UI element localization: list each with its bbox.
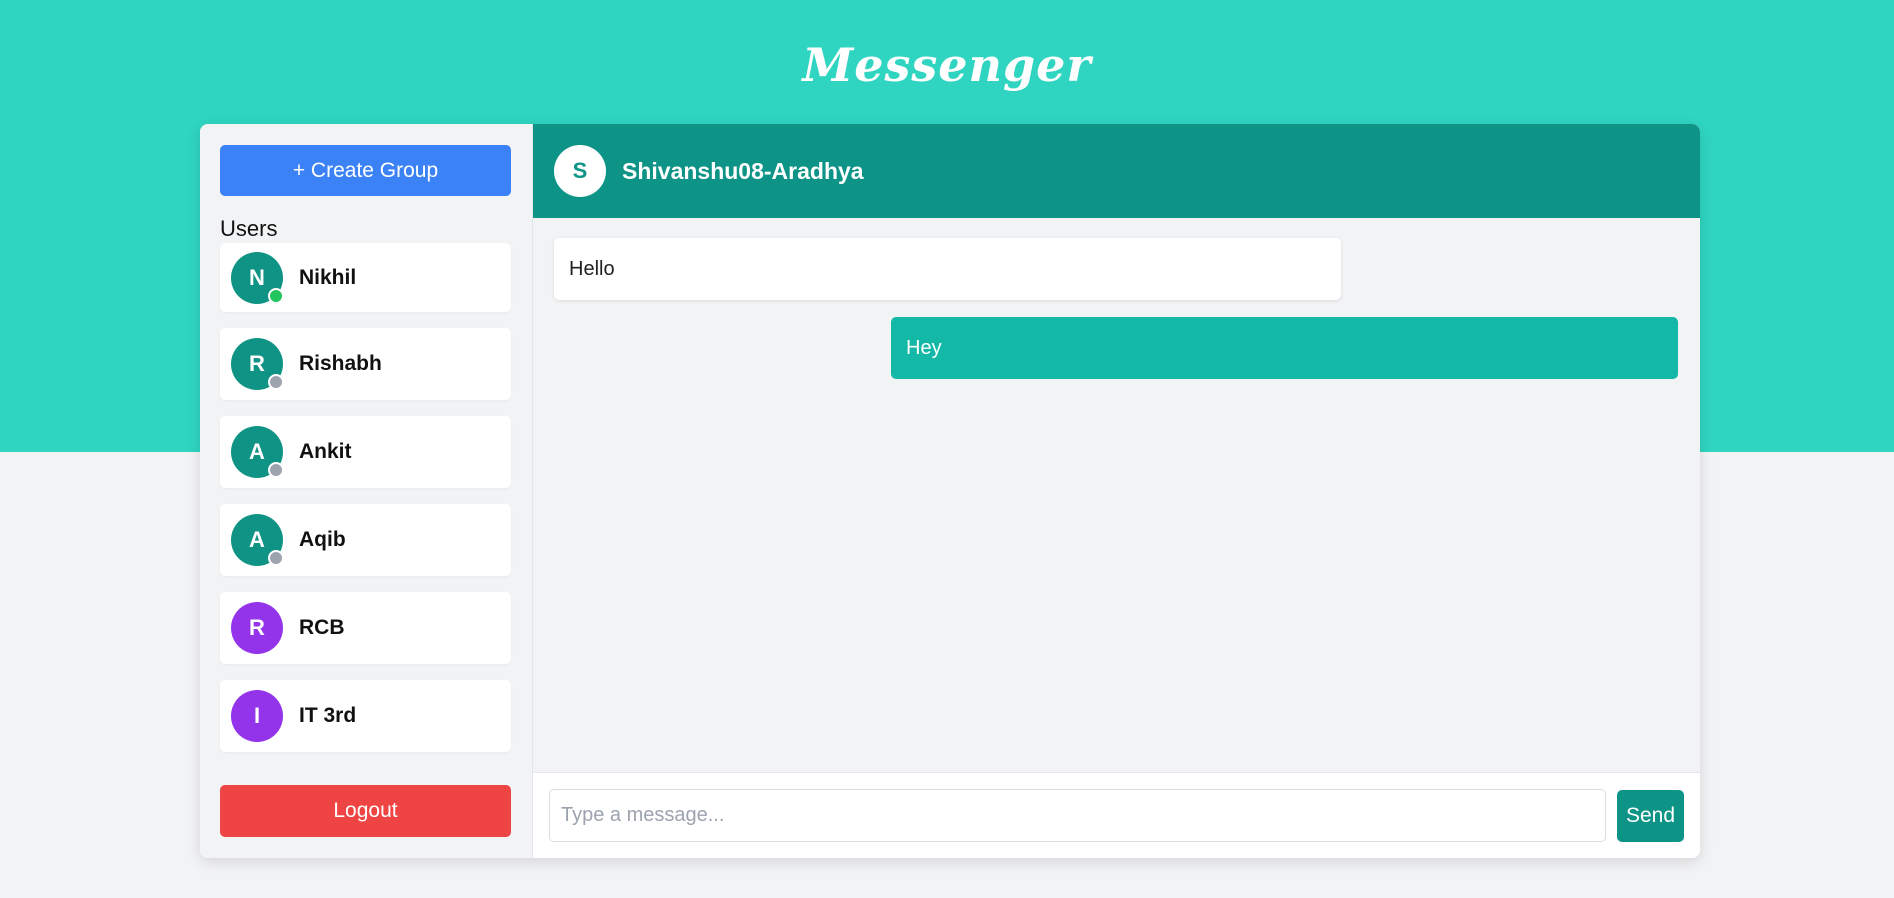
chat-header: S Shivanshu08-Aradhya [533, 124, 1700, 218]
message-input[interactable] [549, 789, 1606, 842]
app-logo-title: Messenger [802, 38, 1092, 92]
incoming-message: Hello [554, 238, 1341, 300]
user-item-ankit[interactable]: A Ankit [220, 416, 511, 488]
message-list: Hello Hey [533, 218, 1700, 770]
group-name: RCB [299, 616, 345, 639]
avatar-initial: N [249, 264, 265, 290]
group-item-rcb[interactable]: R RCB [220, 592, 511, 664]
message-composer: Send [533, 772, 1700, 858]
create-group-button[interactable]: + Create Group [220, 145, 511, 196]
send-button[interactable]: Send [1617, 789, 1684, 842]
offline-status-dot [268, 374, 284, 390]
users-heading: Users [220, 216, 278, 241]
avatar: I [231, 690, 283, 742]
user-item-aqib[interactable]: A Aqib [220, 504, 511, 576]
group-item-it-3rd[interactable]: I IT 3rd [220, 680, 511, 752]
user-name: Ankit [299, 440, 352, 463]
sidebar: + Create Group Users N Nikhil R Rishabh [200, 124, 533, 858]
avatar-initial: A [249, 527, 265, 552]
avatar: R [231, 338, 284, 390]
avatar: N [231, 251, 284, 304]
avatar: A [231, 426, 284, 478]
online-status-dot [268, 287, 284, 304]
avatar: A [231, 514, 284, 566]
avatar: R [231, 602, 283, 654]
contact-avatar: S [554, 145, 606, 197]
avatar-initial: R [249, 615, 265, 640]
offline-status-dot [268, 550, 284, 566]
messenger-window: + Create Group Users N Nikhil R Rishabh [200, 124, 1700, 858]
user-item-rishabh[interactable]: R Rishabh [220, 328, 511, 400]
user-name: Rishabh [299, 352, 382, 375]
avatar-initial: R [249, 351, 265, 376]
user-name: Aqib [299, 528, 346, 551]
avatar-initial: I [253, 703, 261, 728]
logout-button[interactable]: Logout [220, 785, 511, 837]
group-name: IT 3rd [299, 704, 357, 727]
user-list: N Nikhil R Rishabh A Ankit A Aqib R RCB … [220, 243, 512, 752]
chat-panel: S Shivanshu08-Aradhya Hello Hey Send [533, 124, 1700, 858]
user-name: Nikhil [299, 265, 357, 289]
outgoing-message: Hey [891, 317, 1678, 379]
avatar-initial: A [249, 439, 265, 464]
offline-status-dot [268, 462, 284, 478]
contact-name: Shivanshu08-Aradhya [622, 157, 864, 184]
user-item-nikhil[interactable]: N Nikhil [220, 243, 511, 312]
avatar-initial: S [572, 158, 588, 183]
